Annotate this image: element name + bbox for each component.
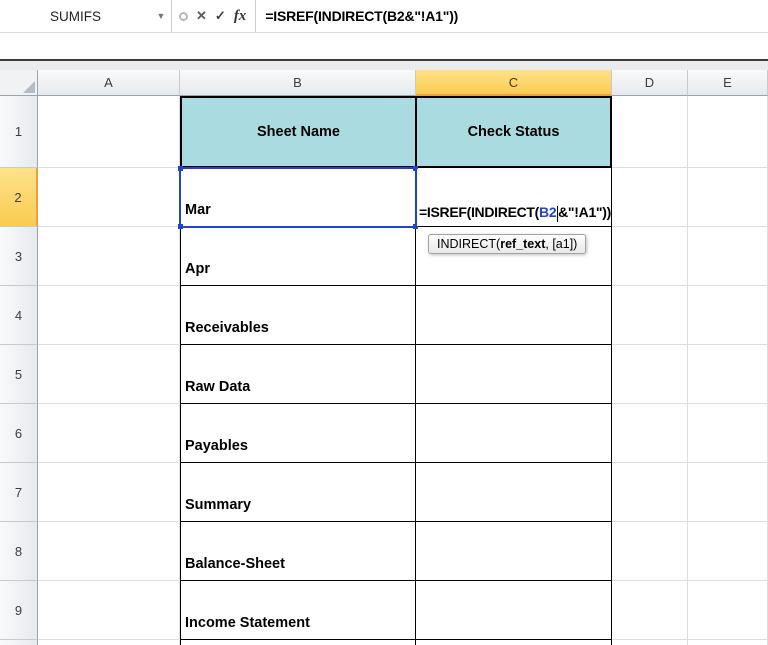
- cell-C5[interactable]: [416, 345, 612, 404]
- formula-bar-expansion: [0, 33, 768, 61]
- cell-E-partial[interactable]: [688, 640, 768, 645]
- cell-D3[interactable]: [612, 227, 688, 286]
- cell-A8[interactable]: [38, 522, 180, 581]
- cell-A1[interactable]: [38, 96, 180, 168]
- name-box[interactable]: SUMIFS ▼: [0, 0, 172, 32]
- cell-D8[interactable]: [612, 522, 688, 581]
- cell-A3[interactable]: [38, 227, 180, 286]
- cell-E6[interactable]: [688, 404, 768, 463]
- cell-C9[interactable]: [416, 581, 612, 640]
- cell-A9[interactable]: [38, 581, 180, 640]
- column-header-B[interactable]: B: [180, 70, 416, 96]
- cell-B6[interactable]: Payables: [180, 404, 416, 463]
- cell-E7[interactable]: [688, 463, 768, 522]
- tooltip-current-arg: ref_text: [500, 237, 546, 251]
- column-header-C[interactable]: C: [416, 70, 612, 96]
- cell-E3[interactable]: [688, 227, 768, 286]
- enter-button[interactable]: ✓: [211, 8, 230, 24]
- cancel-button[interactable]: ✕: [192, 8, 211, 24]
- window-gap: [0, 61, 768, 70]
- formula-prefix: =ISREF(INDIRECT(: [419, 204, 540, 220]
- cell-C8[interactable]: [416, 522, 612, 581]
- reference-handle-icon[interactable]: [178, 166, 183, 171]
- cell-C7[interactable]: [416, 463, 612, 522]
- cell-B8[interactable]: Balance-Sheet: [180, 522, 416, 581]
- tooltip-prefix: INDIRECT(: [437, 237, 501, 251]
- cell-B-partial[interactable]: [180, 640, 416, 645]
- worksheet: A B C D E 1 Sheet Name Check Status 2 Ma…: [0, 70, 768, 645]
- cell-E2[interactable]: [688, 168, 768, 227]
- column-header-E[interactable]: E: [688, 70, 768, 96]
- cell-D4[interactable]: [612, 286, 688, 345]
- cell-B3[interactable]: Apr: [180, 227, 416, 286]
- column-header-A[interactable]: A: [38, 70, 180, 96]
- cell-A2[interactable]: [38, 168, 180, 227]
- cell-B7[interactable]: Summary: [180, 463, 416, 522]
- cell-E5[interactable]: [688, 345, 768, 404]
- row-header-2[interactable]: 2: [0, 168, 38, 227]
- cell-D-partial[interactable]: [612, 640, 688, 645]
- cell-E4[interactable]: [688, 286, 768, 345]
- row-header-6[interactable]: 6: [0, 404, 38, 463]
- reference-handle-icon[interactable]: [178, 224, 183, 229]
- select-all-triangle-icon: [23, 81, 35, 93]
- name-box-dropdown-icon[interactable]: ▼: [151, 11, 171, 21]
- insert-function-button[interactable]: fx: [230, 8, 251, 25]
- row-header-partial[interactable]: [0, 640, 38, 645]
- row-header-1[interactable]: 1: [0, 96, 38, 168]
- cell-B9[interactable]: Income Statement: [180, 581, 416, 640]
- select-all-corner[interactable]: [0, 70, 38, 96]
- cell-B5[interactable]: Raw Data: [180, 345, 416, 404]
- formula-input[interactable]: =ISREF(INDIRECT(B2&"!A1")): [256, 0, 768, 32]
- tooltip-suffix: , [a1]): [545, 237, 578, 251]
- formula-bar: SUMIFS ▼ ✕ ✓ fx =ISREF(INDIRECT(B2&"!A1"…: [0, 0, 768, 33]
- cell-D5[interactable]: [612, 345, 688, 404]
- formula-bar-buttons: ✕ ✓ fx: [172, 0, 257, 32]
- cell-D1[interactable]: [612, 96, 688, 168]
- cell-E1[interactable]: [688, 96, 768, 168]
- row-header-7[interactable]: 7: [0, 463, 38, 522]
- row-header-3[interactable]: 3: [0, 227, 38, 286]
- cell-C-partial[interactable]: [416, 640, 612, 645]
- cell-D2[interactable]: [612, 168, 688, 227]
- reference-highlight-B2[interactable]: [178, 166, 418, 229]
- grip-dot-icon: [179, 11, 188, 21]
- row-header-8[interactable]: 8: [0, 522, 38, 581]
- cell-E8[interactable]: [688, 522, 768, 581]
- cell-D6[interactable]: [612, 404, 688, 463]
- cell-C4[interactable]: [416, 286, 612, 345]
- cell-B4[interactable]: Receivables: [180, 286, 416, 345]
- cell-A5[interactable]: [38, 345, 180, 404]
- column-header-D[interactable]: D: [612, 70, 688, 96]
- sheet-grid: A B C D E 1 Sheet Name Check Status 2 Ma…: [0, 70, 768, 645]
- cell-D7[interactable]: [612, 463, 688, 522]
- cell-B1[interactable]: Sheet Name: [180, 96, 416, 168]
- row-header-4[interactable]: 4: [0, 286, 38, 345]
- cell-A7[interactable]: [38, 463, 180, 522]
- cell-C6[interactable]: [416, 404, 612, 463]
- cell-A4[interactable]: [38, 286, 180, 345]
- row-header-5[interactable]: 5: [0, 345, 38, 404]
- function-tooltip: INDIRECT(ref_text, [a1]): [428, 234, 587, 254]
- formula-suffix: &"!A1")): [558, 204, 611, 220]
- cell-A6[interactable]: [38, 404, 180, 463]
- row-header-9[interactable]: 9: [0, 581, 38, 640]
- cell-C1[interactable]: Check Status: [416, 96, 612, 168]
- cell-A-partial[interactable]: [38, 640, 180, 645]
- cell-D9[interactable]: [612, 581, 688, 640]
- formula-reference: B2: [539, 204, 557, 220]
- cell-edit-formula[interactable]: =ISREF(INDIRECT(B2 &"!A1")): [417, 169, 611, 226]
- name-box-value: SUMIFS: [49, 8, 101, 24]
- cell-E9[interactable]: [688, 581, 768, 640]
